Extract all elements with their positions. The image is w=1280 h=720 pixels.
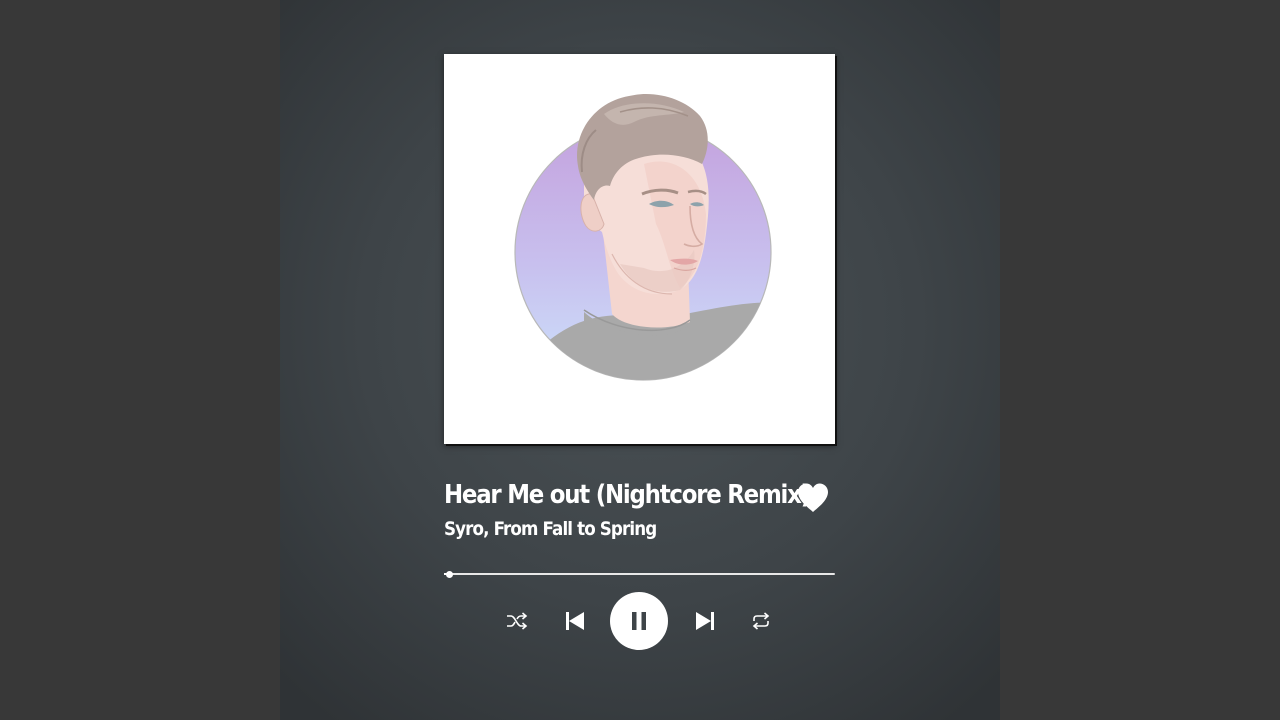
shuffle-icon bbox=[507, 612, 528, 630]
now-playing-card: Hear Me out (Nightcore Remix) Syro, From… bbox=[280, 0, 1000, 720]
pause-icon bbox=[632, 612, 646, 630]
playback-controls bbox=[280, 590, 1000, 652]
progress-bar[interactable] bbox=[444, 565, 835, 581]
repeat-button[interactable] bbox=[748, 609, 774, 633]
artist-names: Syro, From Fall to Spring bbox=[444, 518, 657, 540]
letterbox-right bbox=[1000, 0, 1280, 720]
next-button[interactable] bbox=[693, 608, 717, 634]
shuffle-button[interactable] bbox=[504, 609, 530, 633]
letterbox-left bbox=[0, 0, 280, 720]
previous-button[interactable] bbox=[563, 608, 587, 634]
album-cover-art bbox=[514, 94, 772, 381]
repeat-icon bbox=[752, 612, 770, 630]
like-button[interactable] bbox=[796, 482, 830, 514]
pause-button[interactable] bbox=[610, 592, 668, 650]
heart-icon bbox=[798, 483, 828, 512]
progress-knob[interactable] bbox=[445, 570, 453, 578]
track-info-row: Hear Me out (Nightcore Remix) bbox=[444, 478, 835, 522]
skip-previous-icon bbox=[566, 612, 584, 630]
album-cover bbox=[444, 54, 835, 444]
video-frame: Hear Me out (Nightcore Remix) Syro, From… bbox=[0, 0, 1280, 720]
progress-track bbox=[444, 573, 835, 575]
skip-next-icon bbox=[696, 612, 714, 630]
song-title: Hear Me out (Nightcore Remix) bbox=[444, 480, 811, 510]
